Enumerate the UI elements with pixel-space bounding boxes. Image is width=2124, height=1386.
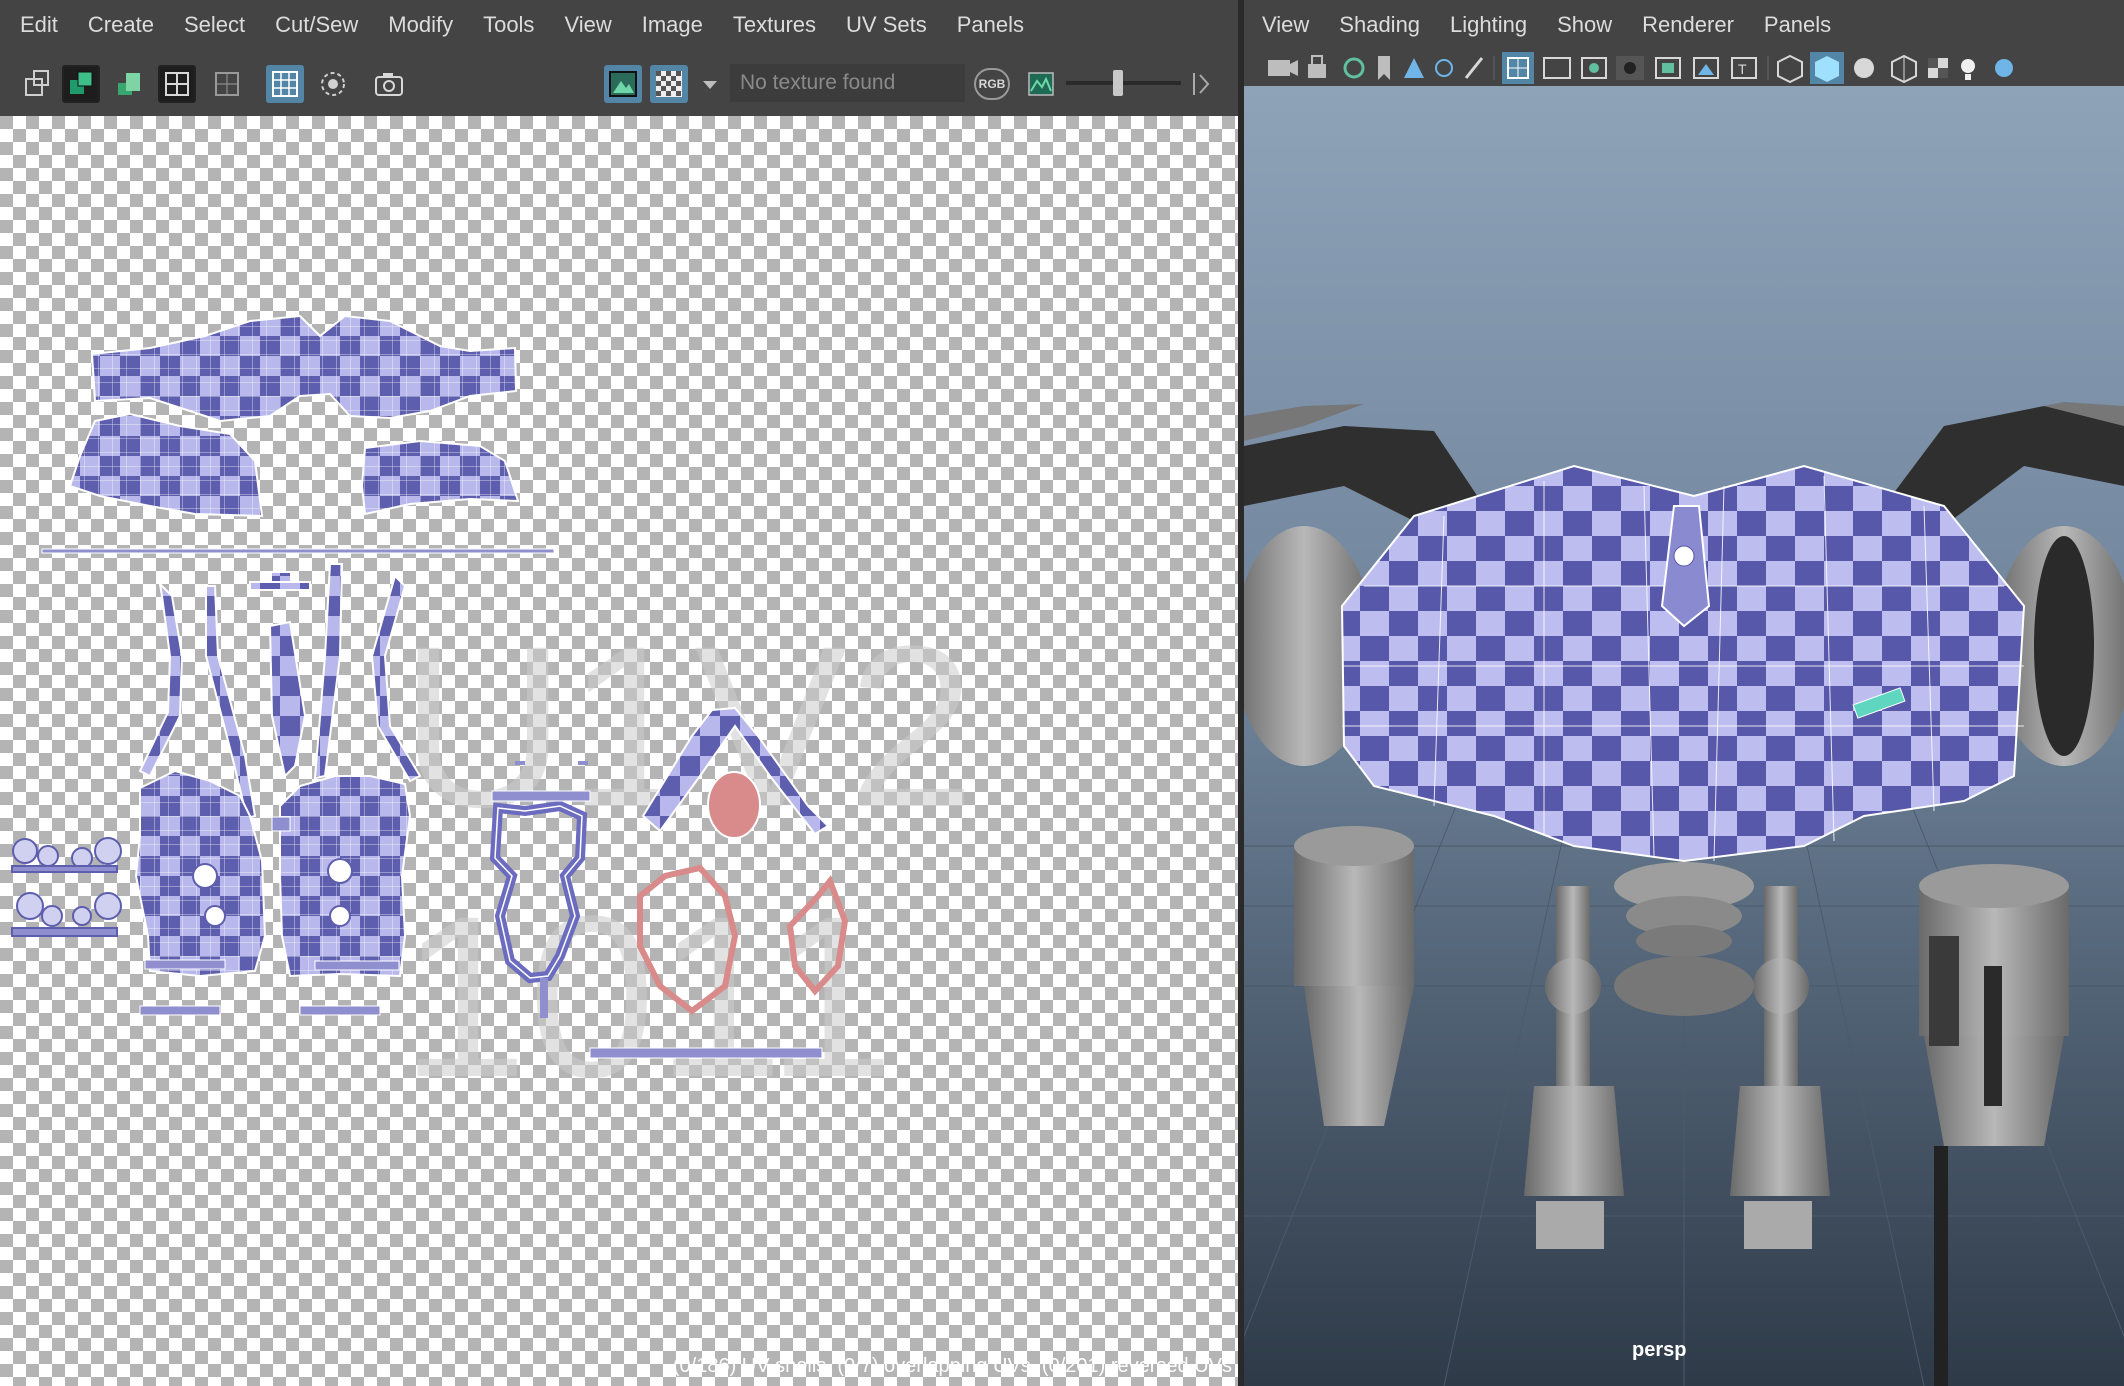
uv-editor-menubar: Edit Create Select Cut/Sew Modify Tools … <box>0 0 1238 50</box>
wireframe-icon[interactable] <box>1777 54 1803 84</box>
camera-name-label: persp <box>1632 1339 1687 1361</box>
snapshot-camera-icon[interactable] <box>370 65 408 103</box>
pixel-snap-icon[interactable] <box>314 65 352 103</box>
menu-view[interactable]: View <box>549 0 626 50</box>
uv-shell-strip-2[interactable] <box>589 1047 823 1059</box>
menu-textures[interactable]: Textures <box>718 0 831 50</box>
gate-mask-icon[interactable] <box>1616 56 1644 80</box>
select-camera-icon[interactable] <box>1268 60 1298 76</box>
uv-shell-lower-right[interactable] <box>279 775 412 978</box>
shadows-icon[interactable] <box>1995 59 2013 77</box>
wireframe-on-shaded-icon[interactable] <box>1891 54 1917 84</box>
resolution-gate-icon[interactable] <box>1581 57 1607 79</box>
display-image-icon[interactable] <box>604 65 642 103</box>
uv-editor-panel: Edit Create Select Cut/Sew Modify Tools … <box>0 0 1238 1386</box>
textured-icon[interactable] <box>1928 58 1948 78</box>
texture-selector-field[interactable]: No texture found <box>730 64 965 102</box>
robot-body-uv-textured[interactable] <box>1340 464 2026 863</box>
viewport-panel: View Shading Lighting Show Renderer Pane… <box>1244 0 2124 1386</box>
menu-modify[interactable]: Modify <box>373 0 468 50</box>
field-chart-icon[interactable] <box>1655 57 1681 79</box>
smooth-shade-icon[interactable] <box>1810 52 1844 84</box>
menu-cut-sew[interactable]: Cut/Sew <box>260 0 373 50</box>
viewport-toolbar: T <box>1244 50 2124 86</box>
camera-attributes-icon[interactable] <box>1343 57 1365 79</box>
checker-options-dropdown-icon[interactable] <box>696 65 724 103</box>
image-exposure-slider[interactable] <box>1066 70 1181 96</box>
vp-menu-shading[interactable]: Shading <box>1324 0 1435 50</box>
checker-tiles-icon[interactable] <box>650 65 688 103</box>
safe-action-icon[interactable] <box>1693 57 1719 79</box>
default-material-icon[interactable] <box>1854 58 1874 78</box>
isolate-select-icon[interactable] <box>18 65 56 103</box>
texture-borders-icon[interactable] <box>208 65 246 103</box>
lights-icon[interactable] <box>1961 59 1975 80</box>
image-plane-icon[interactable] <box>1404 58 1424 78</box>
menu-select[interactable]: Select <box>169 0 260 50</box>
menu-create[interactable]: Create <box>73 0 169 50</box>
menu-edit[interactable]: Edit <box>0 0 73 50</box>
vp-menu-view[interactable]: View <box>1244 0 1324 50</box>
rgb-channels-button[interactable]: RGB <box>974 68 1010 100</box>
exposure-slider-thumb[interactable] <box>1113 70 1123 96</box>
safe-title-icon[interactable]: T <box>1731 57 1757 79</box>
2d-pan-zoom-icon[interactable] <box>1435 59 1453 77</box>
vp-menu-panels[interactable]: Panels <box>1749 0 1846 50</box>
distortion-shader-icon[interactable] <box>110 65 148 103</box>
uv-grid-icon[interactable] <box>266 65 304 103</box>
grid-display-icon[interactable] <box>158 65 196 103</box>
perspective-viewport[interactable]: y x <box>1244 86 2124 1386</box>
vp-menu-show[interactable]: Show <box>1542 0 1627 50</box>
menu-tools[interactable]: Tools <box>468 0 549 50</box>
exposure-slider-track <box>1066 81 1181 85</box>
film-gate-icon[interactable] <box>1543 57 1571 79</box>
uv-canvas[interactable]: U1V2 1011 (0/186) UV shells, (0/7) overl… <box>0 116 1238 1386</box>
menu-uv-sets[interactable]: UV Sets <box>831 0 942 50</box>
vp-menu-renderer[interactable]: Renderer <box>1627 0 1749 50</box>
svg-text:T: T <box>1738 61 1747 77</box>
bookmarks-icon[interactable] <box>1378 56 1390 80</box>
dim-image-icon[interactable] <box>1022 65 1060 103</box>
menu-image[interactable]: Image <box>627 0 718 50</box>
menu-panels[interactable]: Panels <box>942 0 1039 50</box>
grease-pencil-icon[interactable] <box>1464 57 1484 79</box>
uv-status-readout: (0/186) UV shells, (0/7) overlapping UVs… <box>672 1355 1232 1377</box>
uv-tile-label-row1: U1V2 <box>400 598 975 855</box>
lock-camera-icon[interactable] <box>1308 55 1326 78</box>
uv-shell-strip-1[interactable] <box>41 548 555 554</box>
grid-toggle-icon[interactable] <box>1502 52 1534 84</box>
vp-menu-lighting[interactable]: Lighting <box>1435 0 1542 50</box>
toolbar-overflow-icon[interactable] <box>1186 65 1216 103</box>
uv-tile-label-row2: 1011 <box>400 868 895 1125</box>
viewport-menubar: View Shading Lighting Show Renderer Pane… <box>1244 0 2124 50</box>
shaded-uv-display-icon[interactable] <box>62 65 100 103</box>
